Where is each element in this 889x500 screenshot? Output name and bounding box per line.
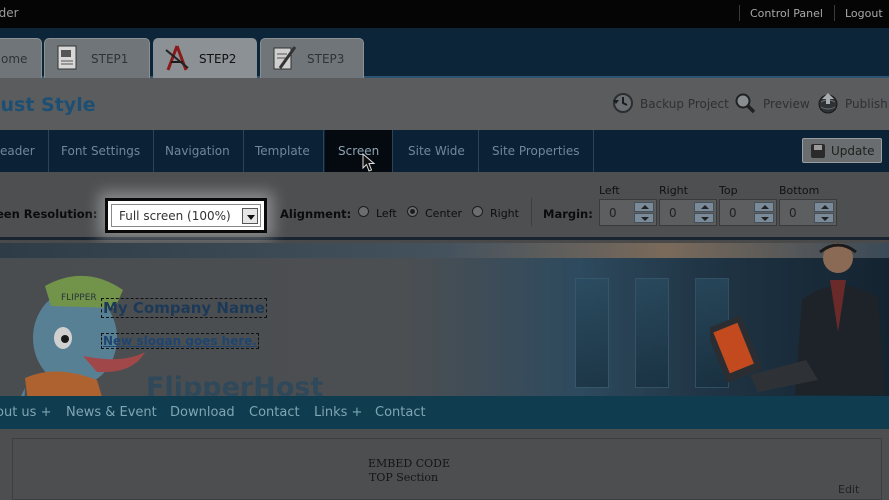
divider [739, 5, 740, 21]
resolution-label: een Resolution: [0, 207, 98, 221]
spinner-icon[interactable] [754, 202, 774, 223]
margin-right-value: 0 [669, 206, 677, 220]
menu-item-contact-2[interactable]: Contact [375, 405, 426, 420]
server-rack-image [635, 278, 669, 388]
align-right-label: Right [490, 207, 519, 220]
menu-item-news[interactable]: News & Event [66, 405, 157, 420]
edit-link[interactable]: Edit [838, 483, 859, 496]
publish-button[interactable]: Publish [845, 97, 888, 111]
page-title: just Style [0, 94, 96, 116]
logout-link[interactable]: Logout [845, 7, 883, 20]
top-bar: ilder Control Panel Logout [0, 0, 889, 28]
company-name-text[interactable]: My Company Name [101, 298, 267, 318]
margin-bottom-value: 0 [789, 206, 797, 220]
save-disk-icon [811, 144, 825, 158]
divider [834, 5, 835, 21]
embed-section-name: TOP Section [369, 471, 439, 484]
businessman-laptop-image [710, 243, 885, 395]
slogan-text[interactable]: New slogan goes here. [101, 333, 259, 349]
step-tab-label: STEP1 [91, 52, 129, 66]
align-center-radio[interactable] [407, 206, 418, 217]
server-rack-image [575, 278, 609, 388]
embed-code-heading: EMBED CODE [368, 457, 451, 470]
resolution-select[interactable]: Full screen (100%) [111, 204, 261, 227]
step-tab-label: STEP3 [307, 52, 345, 66]
align-left-label: Left [376, 207, 397, 220]
chevron-down-icon[interactable] [242, 208, 258, 224]
margin-left-label: Left [599, 184, 620, 197]
divider [531, 198, 532, 226]
align-center-label: Center [425, 207, 463, 220]
tab-template[interactable]: Template [242, 130, 324, 172]
step-tab-step3[interactable]: STEP3 [260, 38, 364, 78]
margin-right-label: Right [659, 184, 688, 197]
tab-site-wide[interactable]: Site Wide [395, 130, 479, 172]
update-button-label: Update [831, 144, 875, 158]
tab-site-properties[interactable]: Site Properties [479, 130, 594, 172]
margin-top-stepper[interactable]: 0 [719, 199, 777, 226]
step-tab-home[interactable]: ome [0, 38, 42, 78]
control-panel-link[interactable]: Control Panel [750, 7, 823, 20]
align-right-radio[interactable] [472, 206, 483, 217]
tab-header[interactable]: eader [0, 130, 49, 172]
preview-button[interactable]: Preview [763, 97, 810, 111]
title-row: just Style Backup Project Preview Publis… [0, 78, 889, 130]
tab-screen[interactable]: Screen [325, 130, 394, 172]
margin-bottom-label: Bottom [779, 184, 820, 197]
margin-right-stepper[interactable]: 0 [659, 199, 717, 226]
menu-item-about[interactable]: out us + [0, 405, 51, 420]
mascot-cap-text: FLIPPER [61, 293, 97, 303]
align-left-radio[interactable] [358, 206, 369, 217]
magnifier-icon[interactable] [734, 92, 756, 114]
step-tab-label: ome [1, 52, 28, 66]
resolution-value: Full screen (100%) [119, 209, 231, 223]
tab-font-settings[interactable]: Font Settings [48, 130, 155, 172]
update-button[interactable]: Update [802, 138, 882, 163]
style-nav-tabs: eader Font Settings Navigation Template … [0, 130, 889, 172]
menu-item-contact[interactable]: Contact [249, 405, 300, 420]
margin-top-value: 0 [729, 206, 737, 220]
backup-clock-icon[interactable] [611, 92, 633, 114]
resolution-dropdown-highlight: Full screen (100%) [105, 198, 267, 233]
margin-label: Margin: [543, 207, 593, 221]
menu-item-links[interactable]: Links + [314, 405, 362, 420]
mouse-pointer-icon [362, 153, 376, 172]
step-tabs-band: ome STEP1 STEP2 STEP3 [0, 28, 889, 80]
margin-bottom-stepper[interactable]: 0 [779, 199, 837, 226]
design-tools-icon [165, 45, 189, 71]
document-icon [57, 45, 77, 70]
step-tab-step2[interactable]: STEP2 [153, 38, 257, 80]
margin-left-value: 0 [609, 206, 617, 220]
spinner-icon[interactable] [694, 202, 714, 223]
globe-upload-icon[interactable] [817, 92, 839, 114]
alignment-label: Alignment: [280, 207, 352, 221]
step-tab-label: STEP2 [199, 52, 237, 66]
margin-left-stepper[interactable]: 0 [599, 199, 657, 226]
step-tab-step1[interactable]: STEP1 [44, 38, 150, 78]
margin-top-label: Top [719, 184, 738, 197]
tab-navigation[interactable]: Navigation [152, 130, 244, 172]
spinner-icon[interactable] [814, 202, 834, 223]
backup-project-button[interactable]: Backup Project [640, 97, 729, 111]
spinner-icon[interactable] [634, 202, 654, 223]
app-title: ilder [0, 6, 19, 20]
edit-document-icon [273, 46, 297, 70]
menu-item-download[interactable]: Download [170, 405, 235, 420]
